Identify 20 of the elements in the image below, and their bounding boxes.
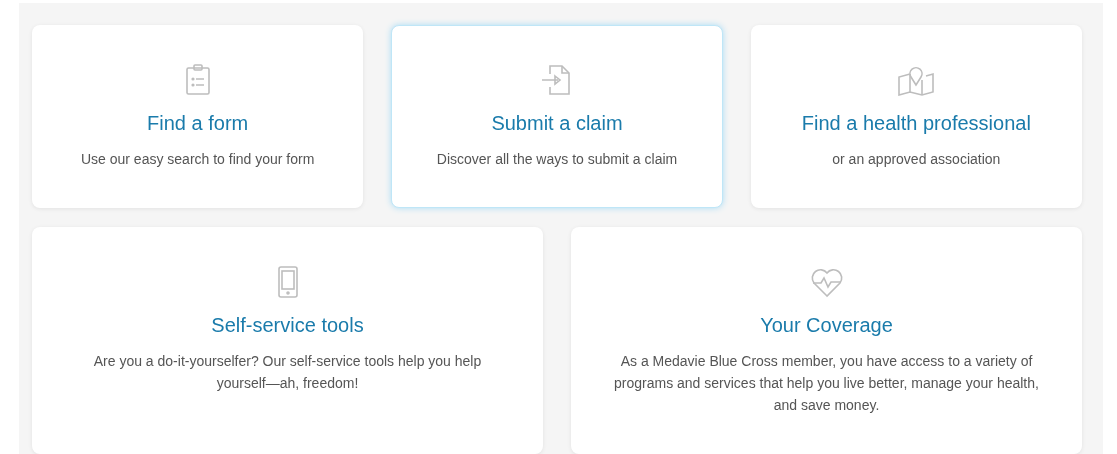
card-title: Find a health professional (801, 111, 1031, 136)
card-description: or an approved association (832, 150, 1001, 169)
card-description: Are you a do-it-yourselfer? Our self-service tools help you help yourself—ah, freedom! (92, 352, 483, 393)
card[interactable]: Submit a claim Discover all the ways to submit a claim (391, 25, 723, 208)
card[interactable]: Find a form Use our easy search to find your form (32, 25, 364, 208)
card-title: Find a form (147, 111, 249, 136)
card[interactable]: Find a health professional or an approved association (750, 25, 1082, 208)
card[interactable]: Self-service tools Are you a do-it-yourselfer? Our self-service tools help you help yourself—ah, freedom! (32, 227, 543, 454)
card-title: Your Coverage (760, 313, 893, 338)
card-description: As a Medavie Blue Cross member, you have access to a variety of programs and services that help you live better, manage your health, and save money. (613, 352, 1040, 415)
card-title: Submit a claim (491, 111, 623, 136)
file-arrow-icon (541, 64, 573, 96)
card-description: Discover all the ways to submit a claim (436, 150, 678, 169)
phone-icon (276, 266, 299, 298)
heartbeat-icon (809, 268, 844, 298)
clipboard-icon (184, 64, 211, 96)
card-title: Self-service tools (211, 313, 364, 338)
map-pin-icon (897, 64, 936, 96)
card-description: Use our easy search to find your form (80, 150, 315, 169)
card[interactable]: Your Coverage As a Medavie Blue Cross member, you have access to a variety of programs and services that help you live better, manage your health, and save money. (571, 227, 1082, 454)
